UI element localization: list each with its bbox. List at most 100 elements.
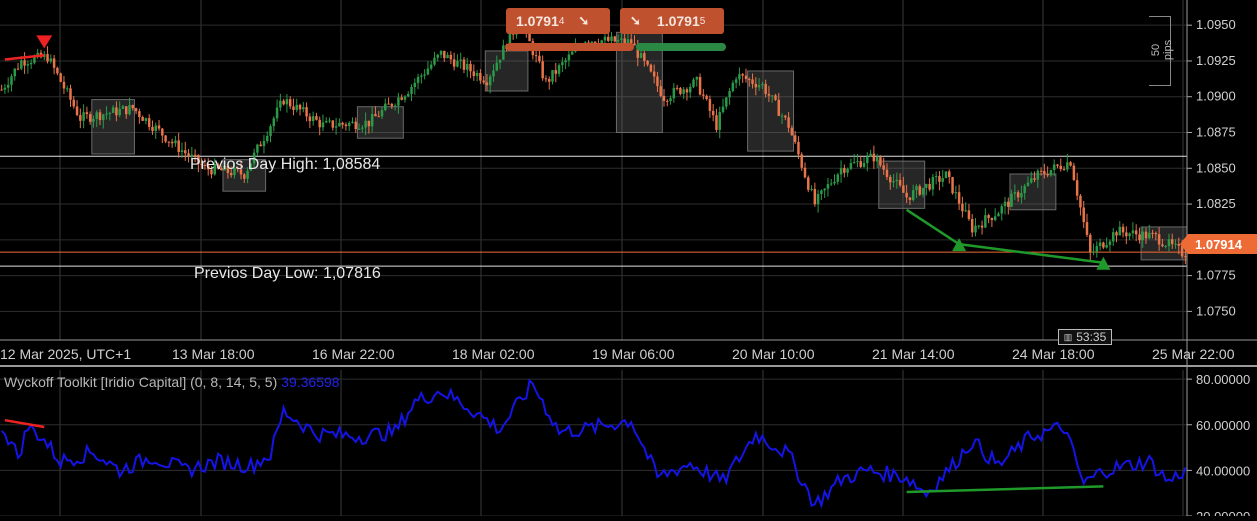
candle-body xyxy=(961,203,964,212)
candle-body xyxy=(459,59,462,61)
candle-body xyxy=(131,105,135,109)
candle-body xyxy=(167,141,171,143)
candle-body xyxy=(918,186,922,195)
candle xyxy=(961,196,964,218)
buy-button[interactable]: ➘ 1.0791 5 xyxy=(620,8,724,34)
candle-body xyxy=(748,78,751,80)
candle xyxy=(675,84,679,91)
candle-body xyxy=(443,50,446,59)
price-tick-label-3: 1.0875 xyxy=(1196,125,1236,140)
candle xyxy=(728,88,731,105)
candle-body xyxy=(993,216,997,221)
candle-body xyxy=(393,105,397,107)
candle xyxy=(829,178,833,187)
candle-body xyxy=(262,141,266,147)
candle xyxy=(184,141,187,161)
candle xyxy=(672,83,676,103)
candle xyxy=(52,54,56,75)
candle-body xyxy=(675,87,679,89)
candle-body xyxy=(977,225,981,227)
candle-body xyxy=(397,97,400,106)
candle-body xyxy=(1118,226,1122,236)
candle-body xyxy=(174,140,177,144)
trading-chart[interactable]: 1.09501.09251.09001.08751.08501.08251.08… xyxy=(0,0,1257,521)
candle-body xyxy=(1174,243,1177,245)
candle-body xyxy=(725,97,728,107)
price-chart-svg[interactable]: 1.09501.09251.09001.08751.08501.08251.08… xyxy=(0,0,1257,521)
candle-body xyxy=(423,74,426,76)
candle-body xyxy=(970,218,974,233)
candle xyxy=(351,117,354,124)
candle xyxy=(82,104,85,129)
candle xyxy=(610,31,613,44)
candle xyxy=(984,208,987,229)
candle xyxy=(331,120,335,131)
candle-body xyxy=(105,113,108,115)
candle-body xyxy=(13,68,17,77)
candle-body xyxy=(764,83,767,95)
countdown-value: 53:35 xyxy=(1076,330,1107,344)
candle-body xyxy=(984,215,987,228)
candle-body xyxy=(1151,232,1154,234)
candle-body xyxy=(954,192,958,194)
candle xyxy=(731,80,735,93)
candle xyxy=(938,171,941,191)
candle xyxy=(1056,163,1059,169)
candle xyxy=(328,117,331,124)
candle xyxy=(715,108,718,133)
candle-body xyxy=(948,171,951,178)
candle xyxy=(557,63,561,77)
sell-price: 1.0791 xyxy=(516,13,559,29)
time-tick-label-8: 25 Mar 22:00 xyxy=(1152,346,1235,362)
candle-body xyxy=(734,79,738,83)
candle xyxy=(564,57,567,70)
candle-body xyxy=(347,122,351,127)
candle-body xyxy=(751,79,754,84)
candle xyxy=(826,177,830,197)
candle xyxy=(3,83,7,95)
candle-body xyxy=(433,57,436,65)
candle-body xyxy=(305,107,308,117)
support-trendline xyxy=(905,208,1104,264)
candle-body xyxy=(721,106,725,113)
consolidation-box-3 xyxy=(484,50,529,92)
candle-body xyxy=(561,62,564,66)
candle-body xyxy=(318,119,321,128)
candle xyxy=(692,77,695,89)
candle-body xyxy=(564,60,567,63)
candle-body xyxy=(338,123,341,127)
candle xyxy=(443,50,446,62)
candle xyxy=(1000,203,1003,221)
candle xyxy=(23,52,26,74)
candle-body xyxy=(957,192,961,204)
candle xyxy=(292,98,295,116)
candle xyxy=(416,73,420,90)
consolidation-box-2 xyxy=(356,106,404,139)
candle-body xyxy=(544,78,548,80)
candle-body xyxy=(738,74,741,80)
candle xyxy=(708,95,712,118)
candle xyxy=(295,98,298,113)
candle-body xyxy=(16,68,20,70)
candle-body xyxy=(351,121,354,123)
candle-body xyxy=(124,106,128,115)
candle xyxy=(423,69,426,80)
candle-body xyxy=(757,85,761,88)
candle-body xyxy=(1170,239,1174,244)
candle xyxy=(695,76,699,87)
candle-body xyxy=(911,190,915,200)
candle-body xyxy=(708,99,712,111)
candle-body xyxy=(439,50,443,55)
candle xyxy=(679,86,682,96)
candle-body xyxy=(361,127,364,129)
candle-body xyxy=(23,60,26,66)
candle-body xyxy=(1134,230,1138,235)
candle-body xyxy=(344,124,348,127)
sell-button[interactable]: 1.0791 4 ➘ xyxy=(506,8,610,34)
candle-body xyxy=(69,88,72,100)
candle xyxy=(816,189,820,213)
candle-body xyxy=(1102,242,1105,248)
candle-body xyxy=(170,141,174,144)
candle-body xyxy=(374,114,377,117)
candle-body xyxy=(898,179,902,186)
